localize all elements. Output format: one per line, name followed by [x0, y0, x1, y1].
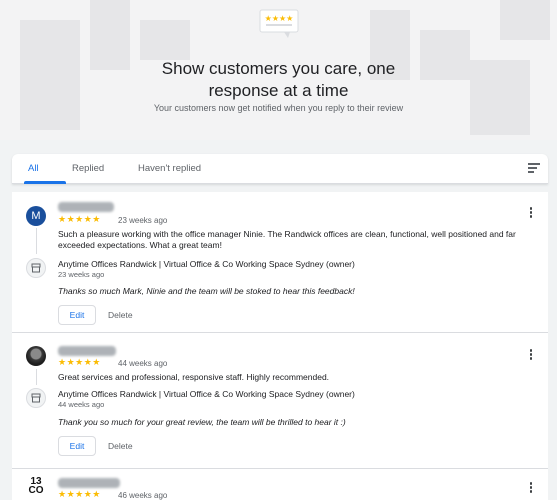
tab-replied[interactable]: Replied	[72, 163, 104, 174]
review-card-stars-icon: ★★★★	[258, 8, 300, 44]
owner-reply-time: 44 weeks ago	[58, 400, 105, 409]
more-options-icon[interactable]	[528, 349, 534, 361]
tab-havent-replied[interactable]: Haven't replied	[138, 163, 201, 174]
owner-name: Anytime Offices Randwick | Virtual Offic…	[58, 389, 355, 399]
delete-reply-button[interactable]: Delete	[104, 305, 137, 325]
review-time: 46 weeks ago	[118, 491, 168, 500]
reviewer-name-redacted	[58, 346, 116, 356]
reviewer-name-redacted	[58, 478, 120, 488]
active-tab-indicator	[24, 181, 66, 184]
review-item: ★★★★★ 44 weeks ago Great services and pr…	[12, 332, 548, 468]
review-time: 23 weeks ago	[118, 216, 168, 225]
owner-name: Anytime Offices Randwick | Virtual Offic…	[58, 259, 355, 269]
store-icon	[26, 258, 46, 278]
edit-reply-button[interactable]: Edit	[58, 436, 96, 456]
reviewer-name-redacted	[58, 202, 114, 212]
tab-all[interactable]: All	[28, 163, 39, 174]
more-options-icon[interactable]	[528, 482, 534, 494]
hero-title-line1: Show customers you care, one	[161, 59, 396, 78]
hero-banner: ★★★★ Show customers you care, one respon…	[0, 0, 557, 140]
hero-subtitle: Your customers now get notified when you…	[153, 103, 404, 113]
review-text: Such a pleasure working with the office …	[58, 229, 516, 250]
avatar[interactable]	[26, 346, 46, 366]
owner-reply-time: 23 weeks ago	[58, 270, 105, 279]
edit-reply-button[interactable]: Edit	[58, 305, 96, 325]
star-rating: ★★★★★	[58, 214, 101, 224]
more-options-icon[interactable]	[528, 207, 534, 219]
review-item: M ★★★★★ 23 weeks ago Such a pleasure wor…	[12, 192, 548, 332]
store-icon	[26, 388, 46, 408]
owner-reply-text: Thank you so much for your great review,…	[58, 417, 346, 427]
star-rating: ★★★★★	[58, 489, 101, 499]
background-shape	[500, 0, 550, 40]
svg-text:★★★★: ★★★★	[265, 14, 294, 23]
background-shape	[140, 20, 190, 60]
thread-line	[35, 228, 37, 254]
review-item: 13 CO ★★★★★ 46 weeks ago	[12, 468, 548, 500]
star-rating: ★★★★★	[58, 357, 101, 367]
thread-line	[35, 369, 37, 385]
owner-reply-text: Thanks so much Mark, Ninie and the team …	[58, 286, 355, 296]
sort-icon[interactable]	[528, 163, 540, 173]
review-text: Great services and professional, respons…	[58, 372, 330, 382]
avatar[interactable]: M	[26, 206, 46, 226]
review-filter-tabs: All Replied Haven't replied	[12, 154, 548, 184]
review-time: 44 weeks ago	[118, 359, 168, 368]
delete-reply-button[interactable]: Delete	[104, 436, 137, 456]
hero-title-line2: response at a time	[208, 81, 349, 100]
hero-title: Show customers you care, one response at…	[0, 58, 557, 102]
review-list: M ★★★★★ 23 weeks ago Such a pleasure wor…	[12, 192, 548, 500]
avatar[interactable]: 13 CO	[25, 477, 47, 499]
